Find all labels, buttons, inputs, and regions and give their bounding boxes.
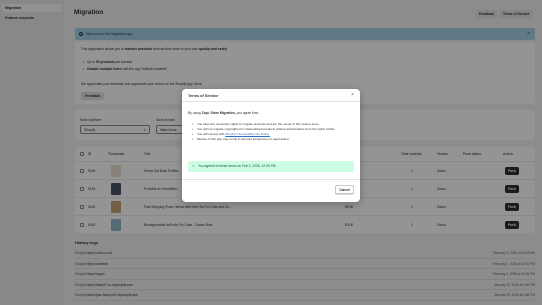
terms-item-text: You will comply with [197,132,225,137]
terms-item: You will comply with Shopify's Acceptabl… [192,132,352,137]
modal-intro-a: By using [188,111,201,115]
agreement-text: You agreed to these terms on Feb 2, 2026… [198,164,276,168]
modal-intro-b: Zopi: Store Migration, [201,111,236,115]
acceptable-use-link[interactable]: Shopify's Acceptable Use Policy. [225,132,270,136]
terms-item: Misuse of this app may result in account… [192,137,352,142]
terms-list: You have the necessary rights to migrate… [192,122,352,142]
terms-modal: Terms of Service × By using Zopi: Store … [182,89,360,202]
modal-title: Terms of Service [188,93,219,98]
modal-intro-c: you agree that: [236,111,259,115]
modal-header: Terms of Service × [182,89,360,102]
modal-intro: By using Zopi: Store Migration, you agre… [188,111,259,115]
close-icon[interactable]: × [351,92,354,98]
cancel-button[interactable]: Cancel [335,185,354,194]
terms-item: You have the necessary rights to migrate… [192,122,352,127]
terms-item: You will not migrate copyrighted or trad… [192,127,352,132]
modal-footer: Cancel [182,179,360,202]
check-icon: ✓ [192,164,196,168]
agreement-success-banner: ✓ You agreed to these terms on Feb 2, 20… [188,161,354,172]
